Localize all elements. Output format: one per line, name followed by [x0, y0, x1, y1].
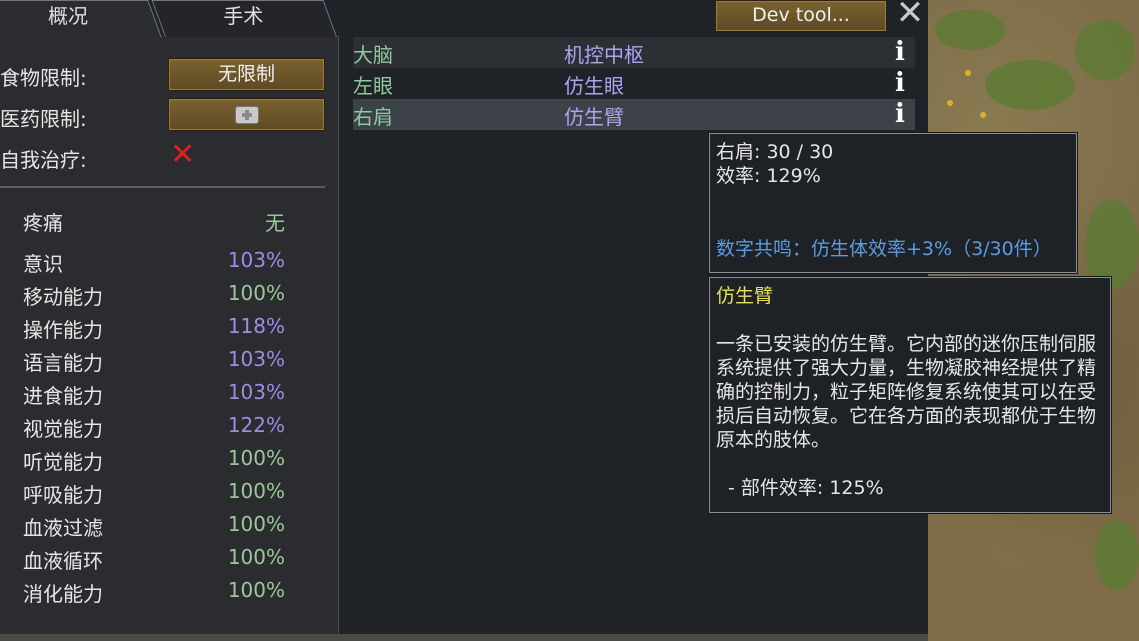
grass-patch: [935, 10, 1005, 50]
close-icon[interactable]: ✕: [893, 0, 927, 30]
flower: [947, 100, 953, 106]
info-icon[interactable]: i: [891, 100, 909, 128]
capacity-value: 100%: [227, 578, 285, 602]
capacity-value: 100%: [227, 479, 285, 503]
part-name: 大脑: [353, 43, 393, 67]
capacity-name: 血液循环: [23, 549, 103, 573]
capacity-value: 118%: [227, 314, 285, 338]
part-tooltip: 右肩: 30 / 30 效率: 129% 数字共鸣：仿生体效率+3%（3/30件…: [709, 133, 1077, 273]
bottom-bar: [0, 634, 928, 641]
medicine-icon: [234, 106, 259, 124]
medicine-restriction-label: 医药限制:: [0, 107, 87, 131]
hediff-title: 仿生臂: [716, 285, 774, 307]
medicine-restriction-button[interactable]: [168, 98, 325, 131]
capacity-name: 移动能力: [23, 285, 103, 309]
tab-overview[interactable]: 概况: [0, 0, 163, 38]
part-row[interactable]: 右肩 仿生臂 i: [353, 99, 915, 130]
tab-bar: 手术 概况: [0, 0, 338, 38]
capacity-name: 视觉能力: [23, 417, 103, 441]
capacity-value: 103%: [227, 347, 285, 371]
capacity-row: 移动能力 100%: [23, 281, 288, 311]
part-hp-text: 右肩: 30 / 30: [716, 141, 834, 163]
tab-surgery-label: 手术: [223, 4, 264, 28]
capacity-row: 消化能力 100%: [23, 578, 288, 608]
capacity-row: 血液循环 100%: [23, 545, 288, 575]
capacity-row: 进食能力 103%: [23, 380, 288, 410]
capacity-name: 进食能力: [23, 384, 103, 408]
pain-value: 无: [265, 211, 285, 235]
resonance-text: 数字共鸣：仿生体效率+3%（3/30件）: [716, 238, 1052, 260]
grass-patch: [985, 60, 1075, 110]
capacity-value: 100%: [227, 512, 285, 536]
capacity-value: 103%: [227, 248, 285, 272]
capacity-name: 语言能力: [23, 351, 103, 375]
capacity-name: 意识: [23, 252, 63, 276]
food-restriction-label: 食物限制:: [0, 66, 87, 90]
hediff-stat: - 部件效率: 125%: [728, 477, 884, 499]
capacity-value: 100%: [227, 446, 285, 470]
grass-patch: [1075, 20, 1135, 80]
dev-tool-button[interactable]: Dev tool...: [715, 0, 887, 32]
self-tend-label: 自我治疗:: [0, 148, 87, 172]
part-row[interactable]: 左眼 仿生眼 i: [353, 68, 915, 99]
capacity-row: 操作能力 118%: [23, 314, 288, 344]
pain-label: 疼痛: [23, 211, 63, 235]
flower: [965, 70, 971, 76]
hediff-name: 机控中枢: [564, 43, 644, 67]
capacity-row: 听觉能力 100%: [23, 446, 288, 476]
capacity-value: 122%: [227, 413, 285, 437]
food-restriction-button[interactable]: 无限制: [168, 58, 325, 91]
grass-patch: [1095, 520, 1139, 590]
capacity-row: 语言能力 103%: [23, 347, 288, 377]
capacity-name: 操作能力: [23, 318, 103, 342]
hediff-name: 仿生臂: [564, 105, 624, 129]
tab-overview-label: 概况: [47, 4, 88, 28]
divider: [0, 186, 325, 188]
capacity-name: 消化能力: [23, 582, 103, 606]
capacity-name: 听觉能力: [23, 450, 103, 474]
tab-surgery[interactable]: 手术: [151, 0, 337, 37]
capacity-value: 100%: [227, 545, 285, 569]
capacity-row: 血液过滤 100%: [23, 512, 288, 542]
capacity-row: 意识 103%: [23, 248, 288, 278]
pain-row: 疼痛 无: [23, 207, 288, 237]
info-icon[interactable]: i: [891, 69, 909, 97]
hediff-name: 仿生眼: [564, 74, 624, 98]
part-efficiency-text: 效率: 129%: [716, 165, 821, 187]
capacity-value: 103%: [227, 380, 285, 404]
capacity-row: 视觉能力 122%: [23, 413, 288, 443]
part-name: 左眼: [353, 74, 393, 98]
capacity-name: 呼吸能力: [23, 483, 103, 507]
part-name: 右肩: [353, 105, 393, 129]
capacity-row: 呼吸能力 100%: [23, 479, 288, 509]
info-icon[interactable]: i: [891, 38, 909, 66]
part-row[interactable]: 大脑 机控中枢 i: [353, 37, 915, 68]
red-x-icon[interactable]: ✕: [170, 140, 195, 170]
capacity-name: 血液过滤: [23, 516, 103, 540]
flower: [980, 112, 986, 118]
hediff-tooltip: 仿生臂 一条已安装的仿生臂。它内部的迷你压制伺服系统提供了强大力量，生物凝胶神经…: [709, 277, 1111, 513]
hediff-description: 一条已安装的仿生臂。它内部的迷你压制伺服系统提供了强大力量，生物凝胶神经提供了精…: [716, 333, 1097, 451]
capacity-value: 100%: [227, 281, 285, 305]
